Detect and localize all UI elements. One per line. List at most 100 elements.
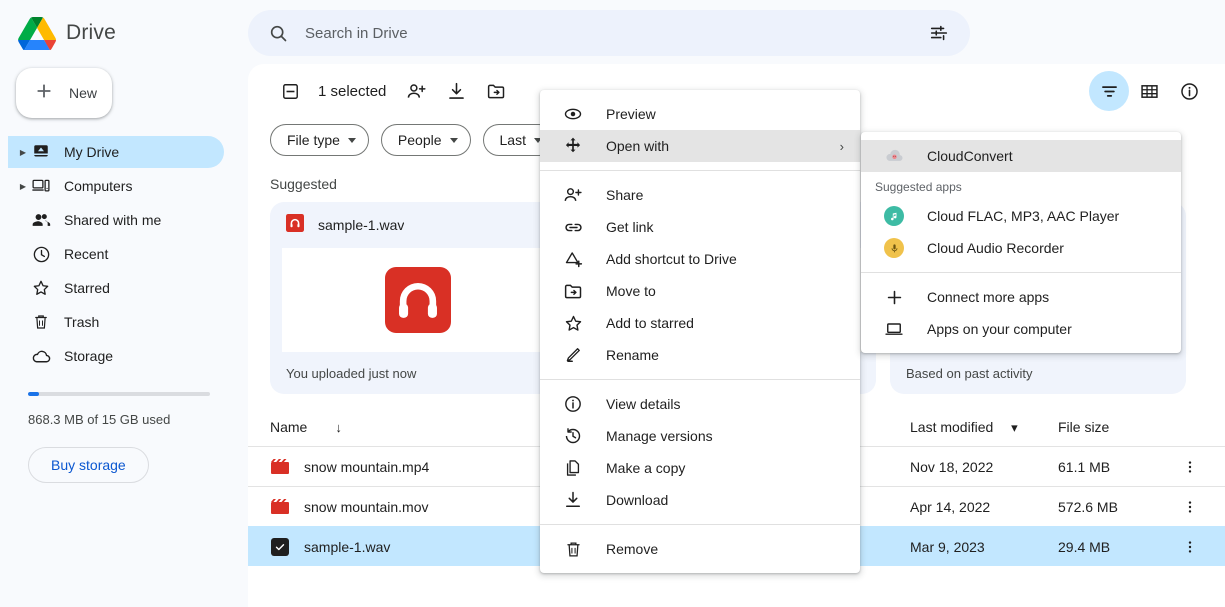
suggested-card-header: sample-1.wav	[270, 202, 566, 248]
info-icon	[562, 394, 584, 414]
menu-divider	[540, 524, 860, 525]
submenu-item-connect-more-apps[interactable]: Connect more apps	[861, 281, 1181, 313]
sidebar-item-starred[interactable]: Starred	[8, 272, 224, 304]
context-menu-item-move-to[interactable]: Move to	[540, 275, 860, 307]
chevron-down-icon	[347, 137, 356, 143]
context-menu-item-label: Open with	[606, 138, 670, 154]
app-icon-badge	[884, 238, 904, 258]
sidebar-item-recent[interactable]: Recent	[8, 238, 224, 270]
file-modified-cell: Mar 9, 2023	[910, 538, 985, 555]
submenu-item-cloud-flac-player[interactable]: Cloud FLAC, MP3, AAC Player	[861, 200, 1181, 232]
suggested-card-footer: You uploaded just now	[286, 365, 417, 381]
filter-chip-file-type[interactable]: File type	[270, 124, 369, 156]
context-menu-item-label: Remove	[606, 541, 659, 557]
row-checkbox-checked[interactable]	[270, 537, 290, 556]
file-modified-cell: Apr 14, 2022	[910, 498, 991, 515]
submenu-item-label: Connect more apps	[927, 289, 1050, 305]
suggested-card-thumbnail	[282, 248, 554, 352]
video-file-icon	[270, 459, 290, 474]
column-header-label: File size	[1058, 419, 1110, 435]
chevron-down-icon	[449, 137, 458, 143]
buy-storage-button[interactable]: Buy storage	[28, 447, 149, 483]
context-menu-item-label: Share	[606, 187, 644, 203]
plus-icon	[33, 80, 55, 106]
brand-title: Drive	[66, 21, 117, 44]
context-menu-item-label: Download	[606, 492, 669, 508]
row-more-actions-button[interactable]	[1170, 539, 1210, 555]
person-add-icon	[562, 185, 584, 205]
pencil-icon	[562, 345, 584, 365]
filter-chip-people[interactable]: People	[380, 124, 471, 156]
storage-progress-fill	[28, 392, 39, 396]
context-menu: Preview Open with › Share Get link Add s…	[540, 90, 860, 573]
context-menu-item-open-with[interactable]: Open with ›	[540, 130, 860, 162]
submenu-item-label: CloudConvert	[927, 148, 1013, 164]
filter-chip-label: People	[397, 132, 442, 148]
details-button[interactable]	[1169, 71, 1209, 111]
context-menu-item-download[interactable]: Download	[540, 484, 860, 516]
clear-selection-button[interactable]	[270, 71, 310, 111]
app-icon-badge	[884, 206, 904, 226]
drive-app-window: Drive New ▶ My Drive ▶ Computers Shared …	[0, 0, 1225, 607]
search-icon	[268, 23, 289, 44]
context-menu-item-preview[interactable]: Preview	[540, 98, 860, 130]
submenu-item-apps-on-your-computer[interactable]: Apps on your computer	[861, 313, 1181, 345]
chevron-right-icon[interactable]: ▶	[16, 182, 30, 191]
sidebar-item-label: Storage	[64, 348, 114, 364]
file-size-cell: 29.4 MB	[1058, 538, 1111, 555]
filter-chip-label: Last	[499, 132, 526, 148]
suggested-card-footer: Based on past activity	[906, 365, 1033, 381]
search-input[interactable]	[305, 24, 928, 42]
sidebar-item-label: Recent	[64, 246, 109, 262]
grid-view-button[interactable]	[1129, 71, 1169, 111]
search-options-icon[interactable]	[928, 22, 950, 44]
context-menu-item-add-shortcut[interactable]: Add shortcut to Drive	[540, 243, 860, 275]
row-more-actions-button[interactable]	[1170, 499, 1210, 515]
file-name-label: snow mountain.mov	[304, 498, 429, 515]
new-button[interactable]: New	[16, 68, 112, 118]
context-menu-item-label: Preview	[606, 106, 656, 122]
column-header-file-size[interactable]: File size	[1058, 419, 1170, 435]
suggested-card[interactable]: sample-1.wav You uploaded just now	[270, 202, 566, 394]
sidebar-item-storage[interactable]: Storage	[8, 340, 224, 372]
clock-icon	[30, 244, 52, 264]
context-menu-item-manage-versions[interactable]: Manage versions	[540, 420, 860, 452]
chevron-right-icon[interactable]: ▶	[16, 148, 30, 157]
file-name-label: sample-1.wav	[304, 538, 391, 555]
submenu-item-cloudconvert[interactable]: CloudConvert	[861, 140, 1181, 172]
submenu-item-cloud-audio-recorder[interactable]: Cloud Audio Recorder	[861, 232, 1181, 264]
context-menu-item-make-a-copy[interactable]: Make a copy	[540, 452, 860, 484]
sidebar-item-shared-with-me[interactable]: Shared with me	[8, 204, 224, 236]
chevron-down-icon: ▾	[1011, 419, 1018, 435]
shared-with-me-icon	[30, 210, 52, 230]
download-button[interactable]	[436, 71, 476, 111]
column-header-last-modified[interactable]: Last modified ▾	[910, 419, 1058, 436]
context-menu-item-view-details[interactable]: View details	[540, 388, 860, 420]
row-more-actions-button[interactable]	[1170, 459, 1210, 475]
suggested-card-name: sample-1.wav	[318, 217, 405, 233]
add-shortcut-icon	[562, 249, 584, 269]
context-menu-item-share[interactable]: Share	[540, 179, 860, 211]
computers-icon	[30, 176, 52, 196]
sidebar-item-computers[interactable]: ▶ Computers	[8, 170, 224, 202]
context-menu-item-add-to-starred[interactable]: Add to starred	[540, 307, 860, 339]
menu-divider	[540, 170, 860, 171]
sidebar-item-trash[interactable]: Trash	[8, 306, 224, 338]
context-menu-item-get-link[interactable]: Get link	[540, 211, 860, 243]
context-menu-item-remove[interactable]: Remove	[540, 533, 860, 565]
context-menu-item-rename[interactable]: Rename	[540, 339, 860, 371]
chevron-right-icon: ›	[839, 138, 844, 154]
search-bar[interactable]	[248, 10, 970, 56]
share-button[interactable]	[396, 71, 436, 111]
sidebar-item-label: Shared with me	[64, 212, 162, 228]
filter-toggle-button[interactable]	[1089, 71, 1129, 111]
eye-icon	[562, 104, 584, 124]
context-menu-item-label: Move to	[606, 283, 656, 299]
move-button[interactable]	[476, 71, 516, 111]
storage-usage-text: 868.3 MB of 15 GB used	[28, 412, 171, 427]
sidebar-item-my-drive[interactable]: ▶ My Drive	[8, 136, 224, 168]
sidebar-item-label: Trash	[64, 314, 100, 330]
filter-chip-label: File type	[287, 132, 340, 148]
cloud-icon	[30, 346, 52, 366]
copy-icon	[562, 458, 584, 478]
